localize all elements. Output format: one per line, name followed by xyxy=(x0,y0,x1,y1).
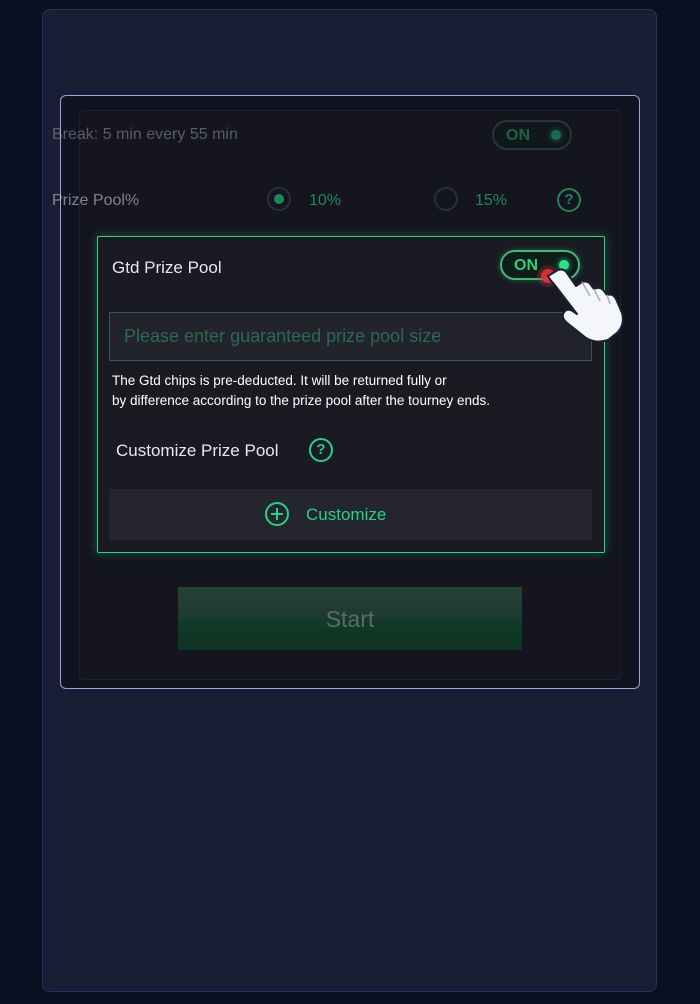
gtd-toggle[interactable]: ON xyxy=(500,250,580,280)
customize-prize-pool-label: Customize Prize Pool xyxy=(116,441,279,460)
start-button[interactable]: Start xyxy=(178,587,522,650)
radio-15-label: 15% xyxy=(475,192,508,209)
plus-circle-icon xyxy=(265,502,289,526)
break-row: Break: 5 min every 55 min ON xyxy=(52,118,572,154)
gtd-prize-pool-section: Gtd Prize Pool ON The Gtd chips is pre-d… xyxy=(97,236,605,553)
customize-button[interactable]: Customize xyxy=(109,489,592,540)
gtd-note-line-1: The Gtd chips is pre-deducted. It will b… xyxy=(112,373,447,388)
prize-pool-row: Prize Pool% 10% 15% ? xyxy=(52,183,582,219)
break-toggle[interactable]: ON xyxy=(492,120,572,150)
customize-prize-pool-row: Customize Prize Pool ? xyxy=(116,437,416,465)
prize-pool-help-icon[interactable]: ? xyxy=(557,188,581,212)
break-label: Break: 5 min every 55 min xyxy=(52,126,238,143)
radio-15-percent[interactable] xyxy=(434,187,458,211)
customize-help-icon[interactable]: ? xyxy=(309,438,333,462)
customize-button-label: Customize xyxy=(306,505,387,524)
toggle-knob xyxy=(551,130,561,140)
gtd-note: The Gtd chips is pre-deducted. It will b… xyxy=(112,371,592,411)
radio-10-label: 10% xyxy=(309,192,342,209)
gtd-toggle-text: ON xyxy=(514,257,538,274)
break-toggle-text: ON xyxy=(506,127,530,144)
radio-10-percent[interactable] xyxy=(267,187,291,211)
gtd-title: Gtd Prize Pool xyxy=(112,258,222,277)
gtd-prize-input[interactable] xyxy=(109,312,592,361)
prize-pool-label: Prize Pool% xyxy=(52,192,140,209)
toggle-knob xyxy=(559,260,569,270)
gtd-note-line-2: by difference according to the prize poo… xyxy=(112,393,490,408)
start-button-label: Start xyxy=(325,606,375,632)
